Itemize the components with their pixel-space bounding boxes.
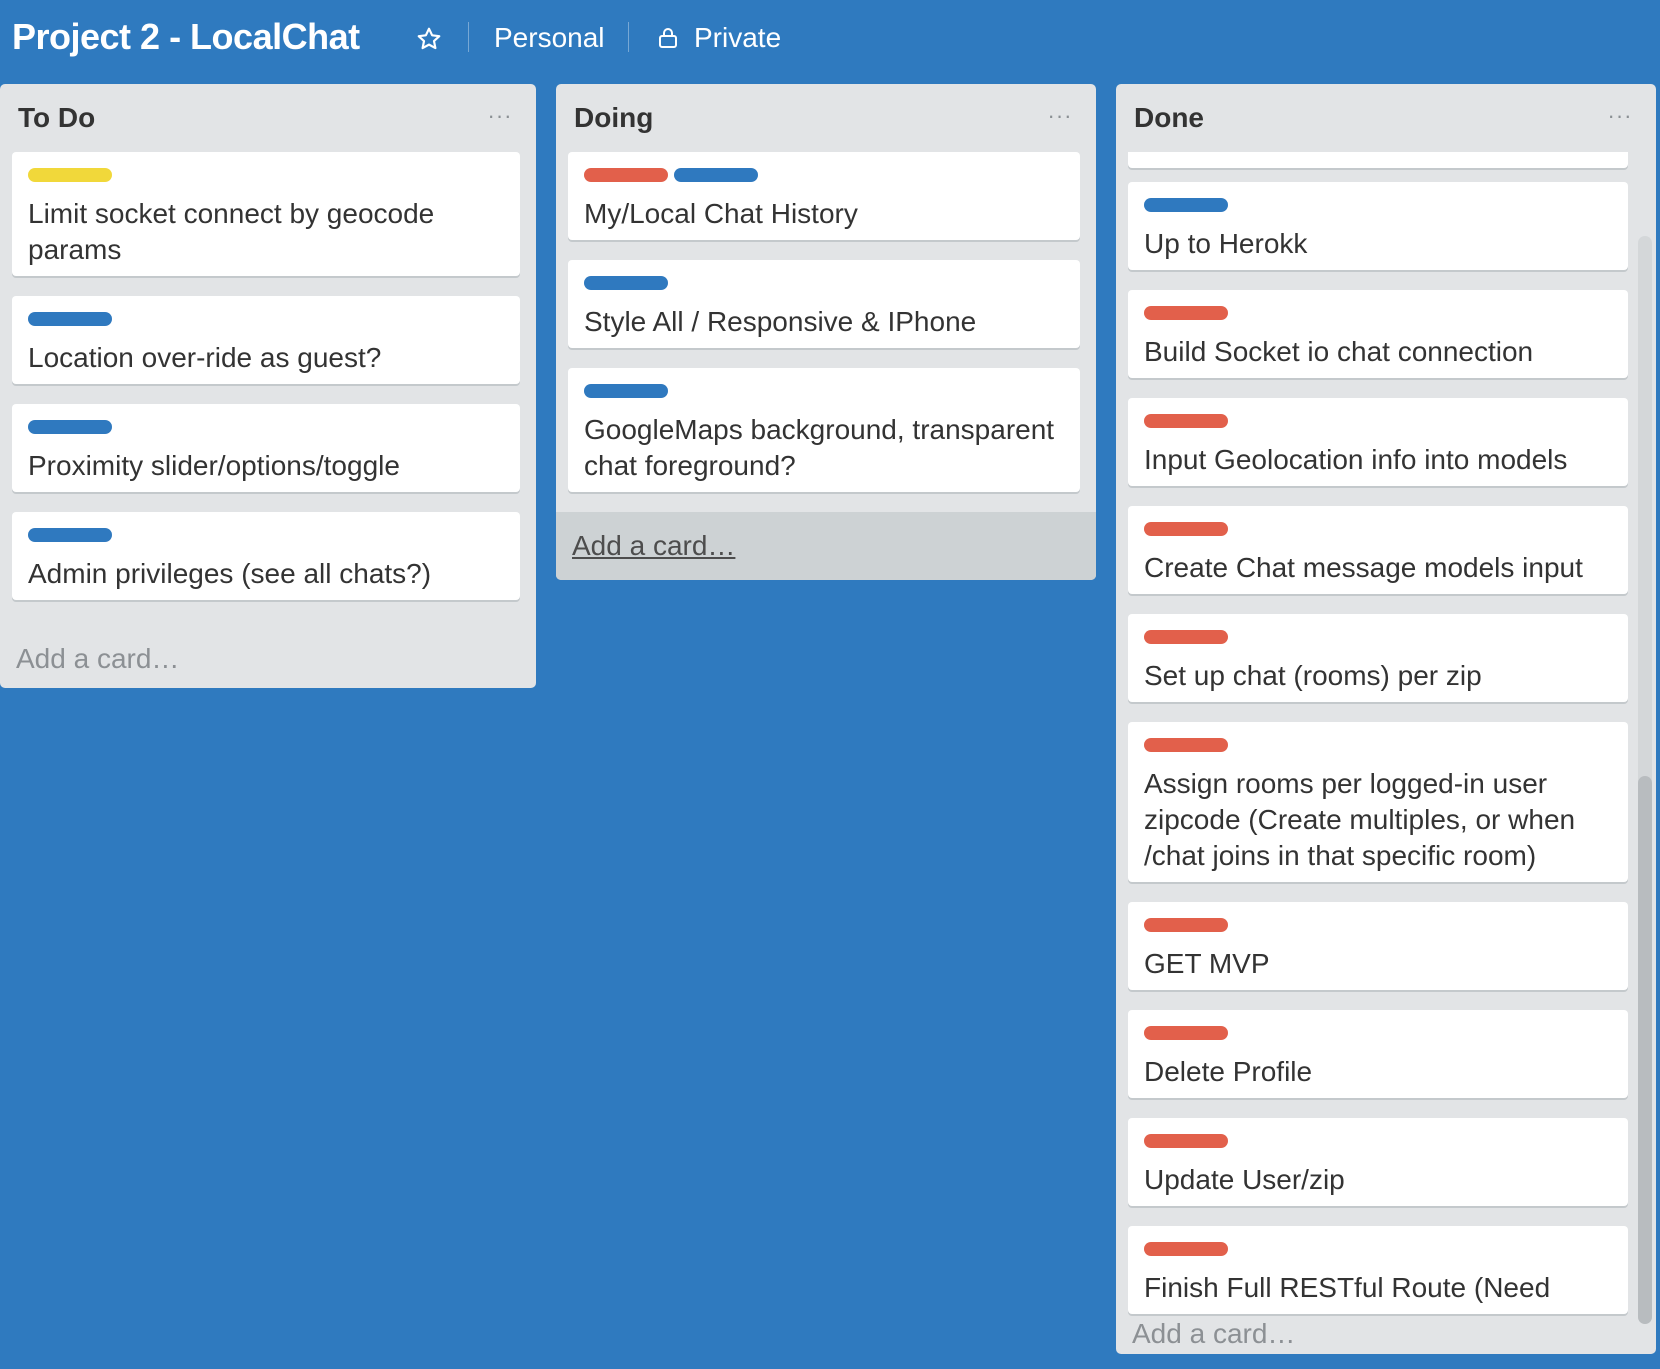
- card-labels: [1144, 414, 1228, 428]
- label-blue: [584, 384, 668, 398]
- card[interactable]: GoogleMaps background, transparent chat …: [568, 368, 1080, 492]
- label-red: [1144, 306, 1228, 320]
- header-divider: [468, 22, 469, 52]
- card[interactable]: Assign rooms per logged-in user zipcode …: [1128, 722, 1628, 882]
- card[interactable]: Build Socket io chat connection: [1128, 290, 1628, 378]
- card-labels: [584, 384, 668, 398]
- board-header: Project 2 - LocalChat Personal Private: [0, 0, 1660, 80]
- card[interactable]: Create Chat message models input: [1128, 506, 1628, 594]
- card[interactable]: Update User/zip: [1128, 1118, 1628, 1206]
- label-blue: [28, 420, 112, 434]
- label-red: [1144, 1242, 1228, 1256]
- list-menu-icon[interactable]: ···: [1606, 103, 1634, 128]
- scrollbar-track[interactable]: [1638, 236, 1652, 1324]
- list-todo: To Do ··· Limit socket connect by geocod…: [0, 84, 536, 688]
- card-title: Proximity slider/options/toggle: [28, 450, 400, 481]
- card-title: Create Chat message models input: [1144, 552, 1583, 583]
- card[interactable]: Finish Full RESTful Route (Need: [1128, 1226, 1628, 1314]
- add-card-button[interactable]: Add a card…: [556, 512, 1096, 580]
- label-red: [1144, 1026, 1228, 1040]
- card-labels: [1144, 630, 1228, 644]
- label-red: [1144, 1134, 1228, 1148]
- card[interactable]: Admin privileges (see all chats?): [12, 512, 520, 600]
- visibility-label: Private: [694, 22, 782, 53]
- card-labels: [1144, 522, 1228, 536]
- card-list-scroll[interactable]: Up to Herokk Build Socket io chat connec…: [1116, 152, 1656, 1369]
- star-icon[interactable]: [414, 22, 444, 56]
- visibility-button[interactable]: Private: [656, 18, 781, 58]
- card[interactable]: Set up chat (rooms) per zip: [1128, 614, 1628, 702]
- card-title: Admin privileges (see all chats?): [28, 558, 432, 589]
- card-title: Update User/zip: [1144, 1164, 1345, 1195]
- list-menu-icon[interactable]: ···: [1046, 103, 1074, 128]
- card-labels: [584, 168, 758, 182]
- card-title: My/Local Chat History: [584, 198, 858, 229]
- list-title[interactable]: Doing: [574, 102, 653, 134]
- card-labels: [1144, 198, 1228, 212]
- add-card-button[interactable]: Add a card…: [1116, 1304, 1656, 1364]
- card[interactable]: My/Local Chat History: [568, 152, 1080, 240]
- card[interactable]: Delete Profile: [1128, 1010, 1628, 1098]
- card-title: Build Socket io chat connection: [1144, 336, 1534, 367]
- card-title: Location over-ride as guest?: [28, 342, 382, 373]
- list-menu-icon[interactable]: ···: [486, 103, 514, 128]
- label-blue: [28, 528, 112, 542]
- label-blue: [584, 276, 668, 290]
- card[interactable]: Style All / Responsive & IPhone: [568, 260, 1080, 348]
- card[interactable]: Limit socket connect by geocode params: [12, 152, 520, 276]
- card-labels: [28, 168, 112, 182]
- card-title: Input Geolocation info into models: [1144, 444, 1568, 475]
- card[interactable]: Up to Herokk: [1128, 182, 1628, 270]
- card-labels: [1144, 1026, 1228, 1040]
- list-doing: Doing ··· My/Local Chat History Style Al…: [556, 84, 1096, 580]
- label-blue: [674, 168, 758, 182]
- card-title: Finish Full RESTful Route (Need: [1144, 1272, 1551, 1303]
- list-header: Doing ···: [556, 84, 1096, 150]
- label-yellow: [28, 168, 112, 182]
- card-title: GET MVP: [1144, 948, 1270, 979]
- list-title[interactable]: Done: [1134, 102, 1204, 134]
- label-blue: [1144, 198, 1228, 212]
- card[interactable]: GET MVP: [1128, 902, 1628, 990]
- card-labels: [1144, 1242, 1228, 1256]
- label-red: [1144, 918, 1228, 932]
- label-red: [584, 168, 668, 182]
- card-labels: [1144, 1134, 1228, 1148]
- label-blue: [28, 312, 112, 326]
- label-red: [1144, 522, 1228, 536]
- card[interactable]: Input Geolocation info into models: [1128, 398, 1628, 486]
- card-labels: [584, 276, 668, 290]
- label-red: [1144, 414, 1228, 428]
- card[interactable]: Location over-ride as guest?: [12, 296, 520, 384]
- card-title: Delete Profile: [1144, 1056, 1313, 1087]
- label-red: [1144, 738, 1228, 752]
- card-title: Assign rooms per logged-in user zipcode …: [1144, 768, 1576, 871]
- card-title: Style All / Responsive & IPhone: [584, 306, 977, 337]
- header-divider: [628, 22, 629, 52]
- scrollbar-thumb[interactable]: [1638, 776, 1652, 1324]
- list-header: Done ···: [1116, 84, 1656, 150]
- lock-icon: [656, 26, 680, 50]
- card-partial[interactable]: [1128, 152, 1628, 168]
- card-labels: [1144, 738, 1228, 752]
- card-labels: [28, 420, 112, 434]
- card-labels: [28, 312, 112, 326]
- card-title: Up to Herokk: [1144, 228, 1308, 259]
- team-label: Personal: [494, 22, 605, 53]
- card-labels: [28, 528, 112, 542]
- label-red: [1144, 630, 1228, 644]
- list-header: To Do ···: [0, 84, 536, 150]
- card-labels: [1144, 306, 1228, 320]
- card-labels: [1144, 918, 1228, 932]
- board-title[interactable]: Project 2 - LocalChat: [12, 16, 360, 58]
- team-button[interactable]: Personal: [494, 18, 605, 58]
- card-title: Set up chat (rooms) per zip: [1144, 660, 1482, 691]
- card[interactable]: Proximity slider/options/toggle: [12, 404, 520, 492]
- card-title: Limit socket connect by geocode params: [28, 198, 435, 265]
- list-done: Done ··· Up to Herokk Build Socket io ch…: [1116, 84, 1656, 1354]
- card-title: GoogleMaps background, transparent chat …: [584, 414, 1055, 481]
- add-card-button[interactable]: Add a card…: [0, 634, 536, 684]
- list-title[interactable]: To Do: [18, 102, 95, 134]
